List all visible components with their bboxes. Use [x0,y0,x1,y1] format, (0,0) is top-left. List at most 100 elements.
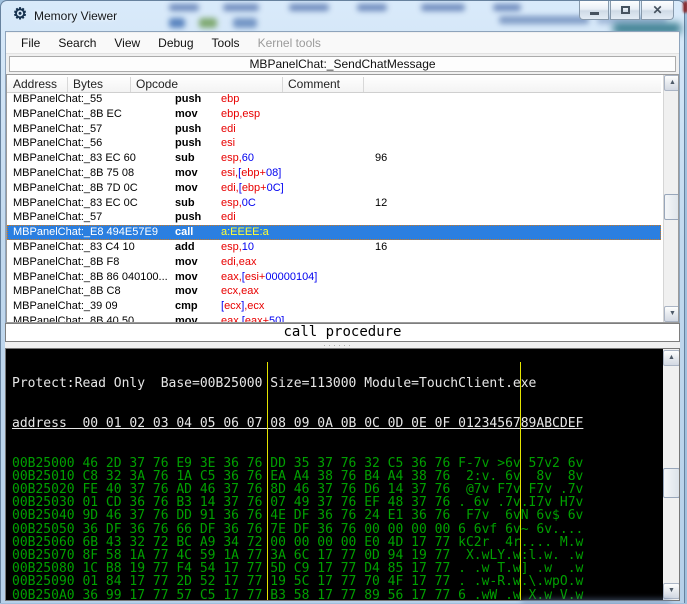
column-separator[interactable] [282,77,283,92]
disasm-operands: eax,[eax+50] [221,315,284,323]
disasm-mnemonic: mov [175,108,198,120]
function-header: MBPanelChat:_SendChatMessage [9,56,676,72]
column-separator[interactable] [363,77,364,92]
disasm-operands: esp,60 [221,152,254,164]
disasm-mnemonic: sub [175,197,195,209]
menu-item-debug[interactable]: Debug [149,34,202,52]
disasm-address: MBPanelChat:_8B 86 040100... [13,271,168,283]
disasm-operands: a:EEEE:a [221,226,269,238]
disasm-row[interactable]: MBPanelChat:_57 push edi [7,122,661,137]
disasm-mnemonic: push [175,211,201,223]
disasm-mnemonic: cmp [175,300,198,312]
disasm-operands: esp,0C [221,197,256,209]
disasm-address: MBPanelChat:_83 EC 60 [13,152,136,164]
ascii-column-marker-line [520,362,521,600]
hex-column-marker-line [267,362,268,600]
column-header-comment[interactable]: Comment [288,77,340,91]
scroll-down-button[interactable]: ▼ [664,306,679,322]
disasm-mnemonic: add [175,241,195,253]
close-icon: ✕ [652,3,662,17]
disasm-operands: ebp,esp [221,108,260,120]
disasm-mnemonic: sub [175,152,195,164]
disasm-row[interactable]: MBPanelChat:_8B F8movedi,eax [7,255,661,270]
disasm-mnemonic: mov [175,271,198,283]
scroll-up-button[interactable]: ▲ [664,75,679,91]
maximize-icon [621,6,630,14]
column-header-bytes[interactable]: Bytes [73,77,103,91]
disasm-row[interactable]: MBPanelChat:_83 EC 0Csubesp,0C12 [7,196,661,211]
disasm-row[interactable]: MBPanelChat:_8B C8movecx,eax [7,284,661,299]
menu-item-kernel-tools: Kernel tools [249,34,330,52]
column-separator[interactable] [130,77,131,92]
menu-item-file[interactable]: File [12,34,49,52]
disasm-address: MBPanelChat:_56 [13,137,102,149]
disasm-mnemonic: mov [175,167,198,179]
disasm-operands: ebp [221,93,239,105]
disasm-operands: edi,[ebp+0C] [221,182,284,194]
disasm-mnemonic: mov [175,285,198,297]
minimize-button[interactable] [579,1,609,20]
disasm-comment: 12 [375,197,387,209]
scroll-up-button[interactable]: ▲ [663,350,680,366]
disasm-row[interactable]: MBPanelChat:_8B 75 08 mov esi,[ebp+08] [7,166,661,181]
disasm-row[interactable]: MBPanelChat:_57pushedi [7,210,661,225]
title-bar[interactable]: ⚙ Memory Viewer ✕ [1,1,684,31]
disasm-address: MBPanelChat:_8B F8 [13,256,119,268]
disasm-row[interactable]: MBPanelChat:_39 09 cmp [ecx],ecx [7,299,661,314]
disasm-address: MBPanelChat:_83 C4 10 [13,241,135,253]
column-header-address[interactable]: Address [13,77,57,91]
disasm-mnemonic: mov [175,315,198,323]
disasm-row-selected[interactable]: MBPanelChat:_E8 494E57E9calla:EEEE:a [7,225,661,240]
menu-item-search[interactable]: Search [49,34,105,52]
disasm-comment: 96 [375,152,387,164]
disasm-operands: edi,eax [221,256,256,268]
scrollbar-thumb[interactable] [663,468,680,498]
disassembly-column-headers: Address Bytes Opcode Comment [7,75,661,93]
disassembly-scrollbar[interactable]: ▲ ▼ [663,75,679,322]
disasm-address: MBPanelChat:_8B 40 50 [13,315,134,323]
disasm-operands: eax,[esi+00000104] [221,271,317,283]
background-window-bottom-blob [521,599,671,604]
disasm-row[interactable]: MBPanelChat:_8B 7D 0C mov edi,[ebp+0C] [7,181,661,196]
disasm-address: MBPanelChat:_39 09 [13,300,118,312]
disasm-row[interactable]: MBPanelChat:_83 EC 60 sub esp,60 96 [7,151,661,166]
disasm-mnemonic: mov [175,182,198,194]
column-markers [6,349,661,600]
column-header-opcode[interactable]: Opcode [136,77,178,91]
hex-scrollbar[interactable]: ▲ ▼ [663,349,680,600]
menu-bar: FileSearchViewDebugToolsKernel tools [6,33,679,54]
maximize-button[interactable] [610,1,640,20]
disassembly-panel: Address Bytes Opcode Comment MBPanelChat… [6,74,679,323]
scroll-down-button[interactable]: ▼ [663,583,680,599]
column-separator[interactable] [67,77,68,92]
memory-viewer-window: ⚙ Memory Viewer ✕ FileSearchViewDebugToo… [0,0,685,603]
disasm-operands: edi [221,123,236,135]
menu-item-tools[interactable]: Tools [203,34,249,52]
menu-item-view[interactable]: View [105,34,149,52]
disasm-row[interactable]: MBPanelChat:_8B 40 50 mov eax,[eax+50] [7,314,661,323]
disasm-row[interactable]: MBPanelChat:_8B ECmovebp,esp [7,107,661,122]
window-controls: ✕ [579,1,675,20]
disasm-row[interactable]: MBPanelChat:_8B 86 040100... mov eax,[esi+… [7,270,661,285]
cheat-engine-gear-icon: ⚙ [11,6,29,24]
disasm-address: MBPanelChat:_57 [13,123,102,135]
disasm-row[interactable]: MBPanelChat:_55 push ebp [7,92,661,107]
disasm-address: MBPanelChat:_8B 7D 0C [13,182,138,194]
disasm-address: MBPanelChat:_E8 494E57E9 [13,226,158,238]
disasm-operands: esi [221,137,235,149]
disasm-operands: esi,[ebp+08] [221,167,281,179]
scrollbar-thumb[interactable] [664,194,679,220]
disassembly-rows: MBPanelChat:_55pushebpMBPanelChat:_8B EC… [7,92,661,323]
disasm-operands: esp,10 [221,241,254,253]
disasm-row[interactable]: MBPanelChat:_56pushesi [7,136,661,151]
disasm-row[interactable]: MBPanelChat:_83 C4 10 add esp,10 16 [7,240,661,255]
disasm-comment: 16 [375,241,387,253]
disasm-mnemonic: push [175,93,201,105]
hex-viewer-panel: Protect:Read Only Base=00B25000 Size=113… [5,348,680,601]
disasm-operands: [ecx],ecx [221,300,264,312]
close-button[interactable]: ✕ [641,1,674,20]
disasm-address: MBPanelChat:_55 [13,93,102,105]
disasm-address: MBPanelChat:_8B 75 08 [13,167,134,179]
disasm-address: MBPanelChat:_57 [13,211,102,223]
disasm-mnemonic: push [175,123,201,135]
